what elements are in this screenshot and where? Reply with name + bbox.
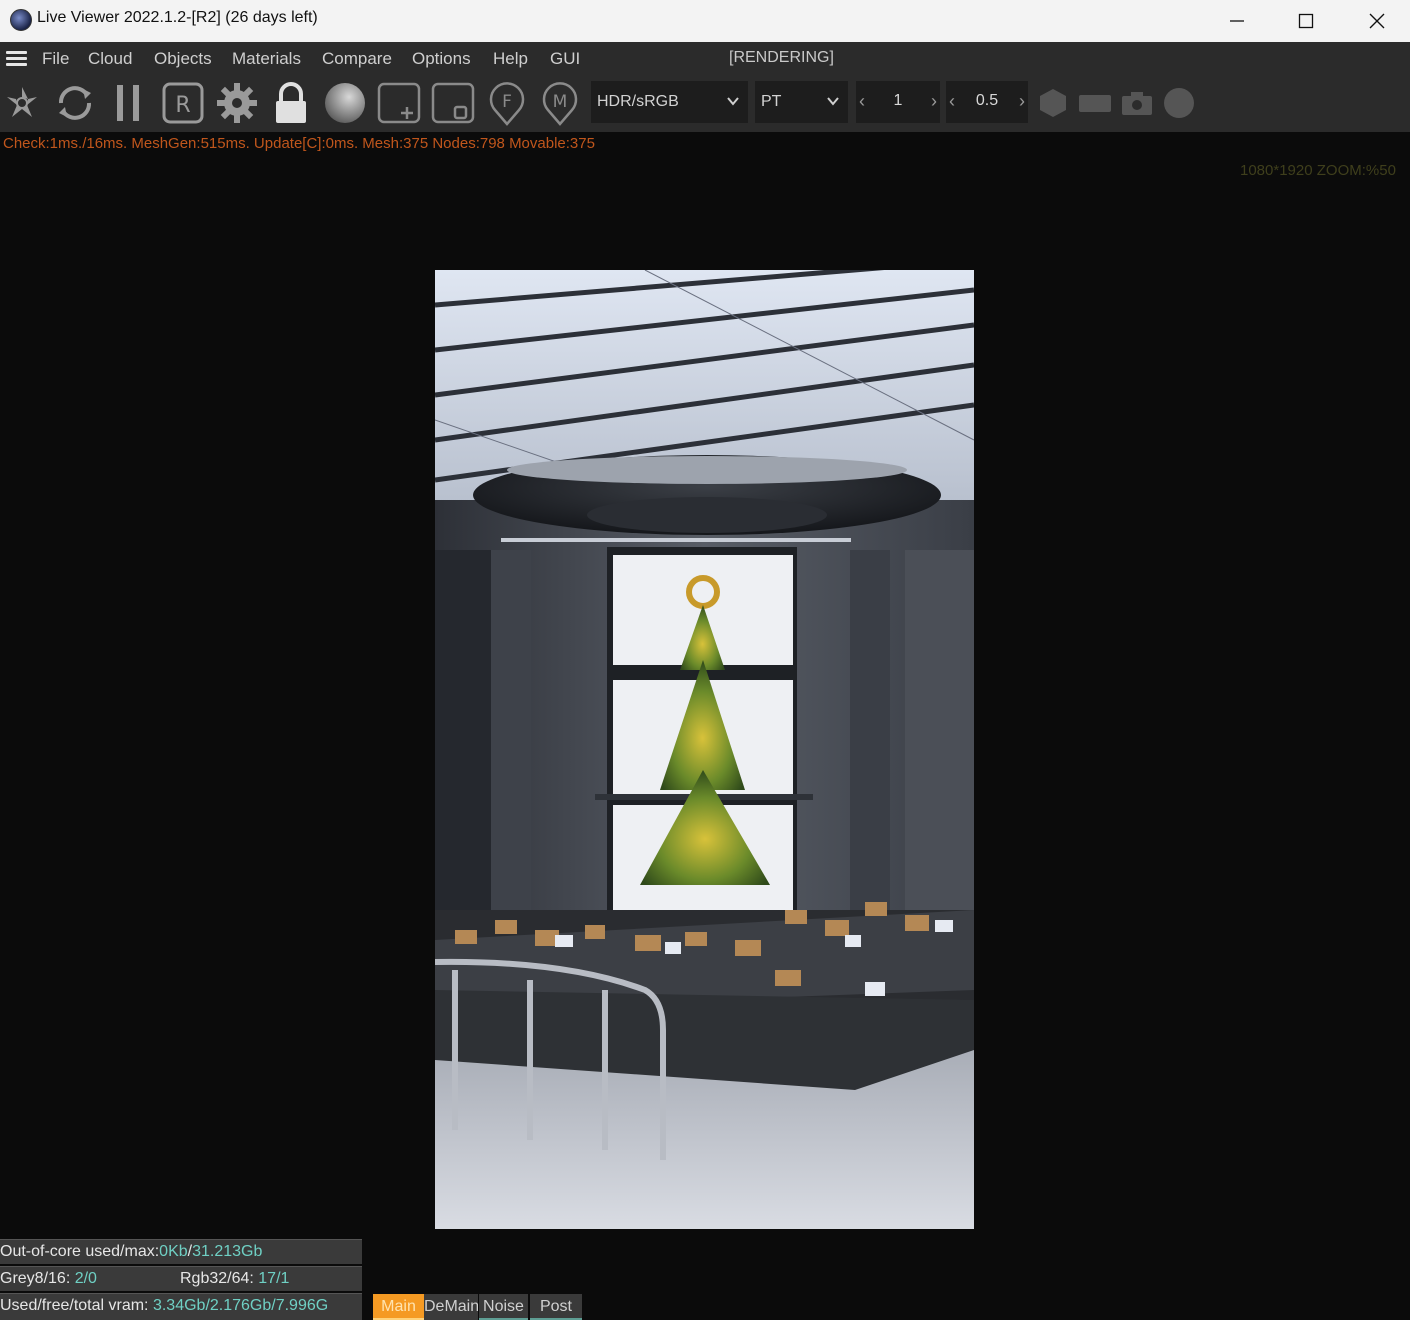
menu-gui[interactable]: GUI bbox=[550, 49, 580, 69]
resolution-zoom-label: 1080*1920 ZOOM:%50 bbox=[1240, 162, 1396, 179]
refresh-icon[interactable] bbox=[53, 81, 97, 125]
minimize-icon bbox=[1230, 20, 1244, 22]
vram-value: 3.34Gb/2.176Gb/7.996G bbox=[152, 1297, 329, 1314]
texture-info: Grey8/16: 2/0 Rgb32/64: 17/1 bbox=[0, 1266, 362, 1291]
chevron-right-icon[interactable]: › bbox=[931, 91, 937, 112]
svg-text:F: F bbox=[502, 92, 512, 112]
svg-text:R: R bbox=[175, 93, 190, 118]
pause-icon[interactable] bbox=[113, 81, 145, 125]
sphere-icon[interactable] bbox=[323, 81, 367, 125]
rgb-group: Rgb32/64: 17/1 bbox=[180, 1267, 289, 1291]
render-status: [RENDERING] bbox=[729, 49, 834, 66]
maximize-icon bbox=[1298, 13, 1314, 29]
circle-icon[interactable] bbox=[1163, 81, 1195, 125]
vram-label: Used/free/total vram: bbox=[0, 1297, 153, 1314]
lens-icon[interactable] bbox=[2, 81, 42, 125]
menu-help[interactable]: Help bbox=[493, 49, 528, 69]
render-output-image[interactable] bbox=[435, 270, 974, 1229]
rect-box-icon[interactable] bbox=[431, 81, 475, 125]
ooc-used: 0Kb bbox=[159, 1243, 188, 1260]
menu-file[interactable]: File bbox=[42, 49, 69, 69]
chevron-down-icon bbox=[727, 97, 739, 106]
chevron-down-icon bbox=[827, 97, 839, 106]
maximize-button[interactable] bbox=[1271, 0, 1341, 42]
svg-text:M: M bbox=[553, 92, 568, 112]
material-m-icon[interactable]: M bbox=[540, 81, 580, 126]
menu-cloud[interactable]: Cloud bbox=[88, 49, 132, 69]
toolbar: R F M HDR/sRGB PT ‹ 1 › ‹ 0.5 › bbox=[0, 75, 1410, 132]
grey-value: 2/0 bbox=[74, 1270, 97, 1287]
rectangle-icon[interactable] bbox=[1078, 81, 1112, 125]
ooc-max: 31.213Gb bbox=[192, 1243, 263, 1260]
pass-tab-main[interactable]: Main bbox=[373, 1294, 424, 1320]
kernel-dropdown[interactable]: PT bbox=[755, 81, 848, 123]
add-box-icon[interactable] bbox=[377, 81, 421, 125]
rgb-value: 17/1 bbox=[258, 1270, 290, 1287]
pass-tab-post[interactable]: Post bbox=[530, 1294, 582, 1320]
rgb-label: Rgb32/64: bbox=[180, 1270, 259, 1287]
app-logo-icon bbox=[10, 9, 32, 31]
minimize-button[interactable] bbox=[1202, 0, 1272, 42]
spinner-2[interactable]: ‹ 0.5 › bbox=[946, 81, 1028, 123]
menu-objects[interactable]: Objects bbox=[154, 49, 212, 69]
ooc-label: Out-of-core used/max: bbox=[0, 1243, 160, 1260]
close-button[interactable] bbox=[1342, 0, 1410, 42]
spinner-2-value: 0.5 bbox=[975, 92, 999, 109]
pass-tab-noise[interactable]: Noise bbox=[479, 1294, 528, 1320]
menu-bar: File Cloud Objects Materials Compare Opt… bbox=[0, 42, 1410, 75]
color-mode-dropdown[interactable]: HDR/sRGB bbox=[591, 81, 748, 123]
pass-tab-demain[interactable]: DeMain bbox=[424, 1294, 478, 1320]
grey-label: Grey8/16: bbox=[0, 1270, 75, 1287]
vram-info: Used/free/total vram: 3.34Gb/2.176Gb/7.9… bbox=[0, 1293, 362, 1320]
spinner-1-value: 1 bbox=[893, 92, 903, 109]
hamburger-menu-icon[interactable] bbox=[6, 51, 27, 66]
close-icon bbox=[1369, 13, 1385, 29]
stats-line: Check:1ms./16ms. MeshGen:515ms. Update[C… bbox=[3, 135, 595, 152]
chevron-right-icon[interactable]: › bbox=[1019, 91, 1025, 112]
gear-icon[interactable] bbox=[215, 81, 259, 125]
kernel-value: PT bbox=[761, 93, 782, 110]
lock-icon[interactable] bbox=[271, 81, 311, 125]
hexagon-icon[interactable] bbox=[1038, 81, 1068, 125]
menu-materials[interactable]: Materials bbox=[232, 49, 301, 69]
color-mode-value: HDR/sRGB bbox=[597, 93, 679, 110]
focus-f-icon[interactable]: F bbox=[487, 81, 527, 126]
menu-compare[interactable]: Compare bbox=[322, 49, 392, 69]
camera-icon[interactable] bbox=[1120, 81, 1154, 125]
title-bar: Live Viewer 2022.1.2-[R2] (26 days left) bbox=[0, 0, 1410, 42]
spinner-1[interactable]: ‹ 1 › bbox=[856, 81, 940, 123]
out-of-core-info: Out-of-core used/max:0Kb/31.213Gb bbox=[0, 1239, 362, 1264]
menu-options[interactable]: Options bbox=[412, 49, 471, 69]
region-r-icon[interactable]: R bbox=[161, 81, 205, 125]
window-title: Live Viewer 2022.1.2-[R2] (26 days left) bbox=[37, 9, 318, 26]
